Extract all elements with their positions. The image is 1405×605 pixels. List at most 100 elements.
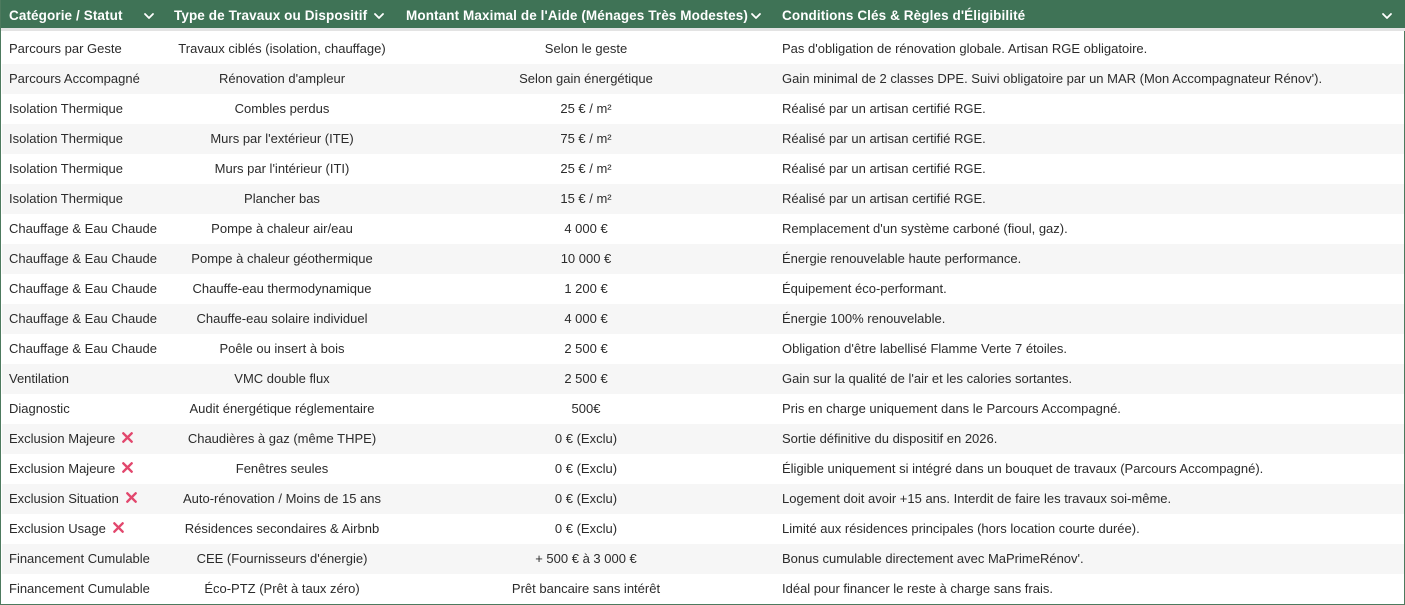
conditions-cell: Réalisé par un artisan certifié RGE. bbox=[782, 161, 986, 176]
column-header-work-type[interactable]: Type de Travaux ou Dispositif bbox=[166, 0, 398, 31]
category-cell: Isolation Thermique bbox=[9, 154, 167, 184]
amount-cell: 4 000 € bbox=[564, 221, 608, 236]
conditions-cell: Pas d'obligation de rénovation globale. … bbox=[782, 41, 1148, 56]
table-row: Exclusion Situation Auto-rénovation / Moi… bbox=[2, 484, 1404, 514]
category-cell: Parcours par Geste bbox=[9, 34, 167, 64]
category-text: Exclusion Usage bbox=[9, 521, 106, 536]
conditions-cell: Réalisé par un artisan certifié RGE. bbox=[782, 191, 986, 206]
category-cell: Isolation Thermique bbox=[9, 184, 167, 214]
category-text: Exclusion Majeure bbox=[9, 461, 116, 476]
column-header-category[interactable]: Catégorie / Statut bbox=[1, 0, 166, 31]
work-type-cell: Murs par l'extérieur (ITE) bbox=[210, 131, 354, 146]
category-cell: Chauffage & Eau Chaude bbox=[9, 244, 167, 274]
category-text: Financement Cumulable bbox=[9, 581, 150, 596]
amount-cell: 0 € (Exclu) bbox=[554, 491, 618, 506]
conditions-cell: Idéal pour financer le reste à charge sa… bbox=[782, 581, 1053, 596]
category-text: Diagnostic bbox=[9, 401, 70, 416]
category-cell: Isolation Thermique bbox=[9, 124, 167, 154]
category-text: Parcours Accompagné bbox=[9, 71, 140, 86]
conditions-cell: Réalisé par un artisan certifié RGE. bbox=[782, 131, 986, 146]
amount-cell: 2 500 € bbox=[564, 371, 608, 386]
cross-mark-icon bbox=[125, 492, 137, 503]
chevron-down-icon[interactable] bbox=[372, 9, 386, 23]
amount-cell: 500€ bbox=[571, 401, 601, 416]
category-text: Chauffage & Eau Chaude bbox=[9, 251, 157, 266]
work-type-cell: Audit énergétique réglementaire bbox=[189, 401, 375, 416]
column-header-label: Catégorie / Statut bbox=[9, 8, 123, 23]
table-row: Parcours par Geste Travaux ciblés (isolat… bbox=[2, 34, 1404, 64]
conditions-cell: Réalisé par un artisan certifié RGE. bbox=[782, 101, 986, 116]
table-row: Exclusion Usage Résidences secondaires & … bbox=[2, 514, 1404, 544]
table-row: Chauffage & Eau Chaude Chauffe-eau thermo… bbox=[2, 274, 1404, 304]
table-row: Chauffage & Eau Chaude Pompe à chaleur gé… bbox=[2, 244, 1404, 274]
amount-cell: 0 € (Exclu) bbox=[554, 461, 618, 476]
conditions-cell: Gain minimal de 2 classes DPE. Suivi obl… bbox=[782, 71, 1323, 86]
table-row: Financement Cumulable Éco-PTZ (Prêt à tau… bbox=[2, 574, 1404, 604]
work-type-cell: VMC double flux bbox=[234, 371, 330, 386]
amount-cell: 0 € (Exclu) bbox=[554, 431, 618, 446]
amount-cell: Selon gain énergétique bbox=[519, 71, 653, 86]
category-text: Isolation Thermique bbox=[9, 101, 123, 116]
amount-cell: 75 € / m² bbox=[560, 131, 612, 146]
work-type-cell: Auto-rénovation / Moins de 15 ans bbox=[182, 491, 381, 506]
category-text: Isolation Thermique bbox=[9, 161, 123, 176]
eligibility-table: Catégorie / Statut Type de Travaux ou Di… bbox=[0, 0, 1405, 605]
table-row: Exclusion Majeure Fenêtres seules 0 € (Exc… bbox=[2, 454, 1404, 484]
table-row: Isolation Thermique Murs par l'intérieur … bbox=[2, 154, 1404, 184]
amount-cell: + 500 € à 3 000 € bbox=[535, 551, 637, 566]
work-type-cell: Poêle ou insert à bois bbox=[219, 341, 345, 356]
column-header-conditions[interactable]: Conditions Clés & Règles d'Éligibilité bbox=[774, 0, 1405, 31]
category-text: Parcours par Geste bbox=[9, 41, 122, 56]
work-type-cell: Murs par l'intérieur (ITI) bbox=[214, 161, 350, 176]
work-type-cell: Pompe à chaleur air/eau bbox=[211, 221, 353, 236]
category-cell: Chauffage & Eau Chaude bbox=[9, 274, 167, 304]
work-type-cell: Combles perdus bbox=[234, 101, 330, 116]
cross-mark-icon bbox=[112, 522, 124, 533]
amount-cell: 10 000 € bbox=[560, 251, 612, 266]
table-row: Financement Cumulable CEE (Fournisseurs d… bbox=[2, 544, 1404, 574]
category-text: Financement Cumulable bbox=[9, 551, 150, 566]
work-type-cell: Travaux ciblés (isolation, chauffage) bbox=[178, 41, 386, 56]
cross-mark-icon bbox=[122, 462, 134, 473]
chevron-down-icon[interactable] bbox=[142, 9, 156, 23]
conditions-cell: Énergie renouvelable haute performance. bbox=[782, 251, 1022, 266]
table-row: Chauffage & Eau Chaude Pompe à chaleur ai… bbox=[2, 214, 1404, 244]
column-header-max-amount[interactable]: Montant Maximal de l'Aide (Ménages Très … bbox=[398, 0, 774, 31]
category-text: Chauffage & Eau Chaude bbox=[9, 311, 157, 326]
amount-cell: 2 500 € bbox=[564, 341, 608, 356]
conditions-cell: Limité aux résidences principales (hors … bbox=[782, 521, 1140, 536]
category-cell: Financement Cumulable bbox=[9, 574, 167, 604]
chevron-down-icon[interactable] bbox=[749, 9, 763, 23]
table-row: Isolation Thermique Combles perdus 25 € / … bbox=[2, 94, 1404, 124]
table-header: Catégorie / Statut Type de Travaux ou Di… bbox=[1, 0, 1405, 31]
conditions-cell: Obligation d'être labellisé Flamme Verte… bbox=[782, 341, 1068, 356]
chevron-down-icon[interactable] bbox=[1380, 9, 1394, 23]
column-header-label: Conditions Clés & Règles d'Éligibilité bbox=[782, 8, 1026, 23]
conditions-cell: Éligible uniquement si intégré dans un b… bbox=[782, 461, 1264, 476]
category-text: Chauffage & Eau Chaude bbox=[9, 281, 157, 296]
category-cell: Exclusion Situation bbox=[9, 484, 167, 514]
table-body: Parcours par Geste Travaux ciblés (isolat… bbox=[2, 34, 1404, 604]
category-cell: Exclusion Majeure bbox=[9, 454, 167, 484]
category-text: Chauffage & Eau Chaude bbox=[9, 221, 157, 236]
amount-cell: Selon le geste bbox=[544, 41, 628, 56]
column-header-label: Montant Maximal de l'Aide (Ménages Très … bbox=[406, 8, 748, 23]
work-type-cell: Résidences secondaires & Airbnb bbox=[184, 521, 380, 536]
category-cell: Chauffage & Eau Chaude bbox=[9, 214, 167, 244]
column-header-label: Type de Travaux ou Dispositif bbox=[174, 8, 368, 23]
work-type-cell: Rénovation d'ampleur bbox=[218, 71, 346, 86]
category-cell: Isolation Thermique bbox=[9, 94, 167, 124]
conditions-cell: Logement doit avoir +15 ans. Interdit de… bbox=[782, 491, 1172, 506]
work-type-cell: Pompe à chaleur géothermique bbox=[191, 251, 373, 266]
cross-mark-icon bbox=[122, 432, 134, 443]
work-type-cell: Éco-PTZ (Prêt à taux zéro) bbox=[204, 581, 360, 596]
table-row: Diagnostic Audit énergétique réglementair… bbox=[2, 394, 1404, 424]
amount-cell: 25 € / m² bbox=[560, 101, 612, 116]
work-type-cell: Chauffe-eau thermodynamique bbox=[192, 281, 372, 296]
amount-cell: 0 € (Exclu) bbox=[554, 521, 618, 536]
conditions-cell: Équipement éco-performant. bbox=[782, 281, 947, 296]
category-cell: Chauffage & Eau Chaude bbox=[9, 304, 167, 334]
work-type-cell: Chaudières à gaz (même THPE) bbox=[187, 431, 377, 446]
conditions-cell: Bonus cumulable directement avec MaPrime… bbox=[782, 551, 1084, 566]
conditions-cell: Énergie 100% renouvelable. bbox=[782, 311, 946, 326]
